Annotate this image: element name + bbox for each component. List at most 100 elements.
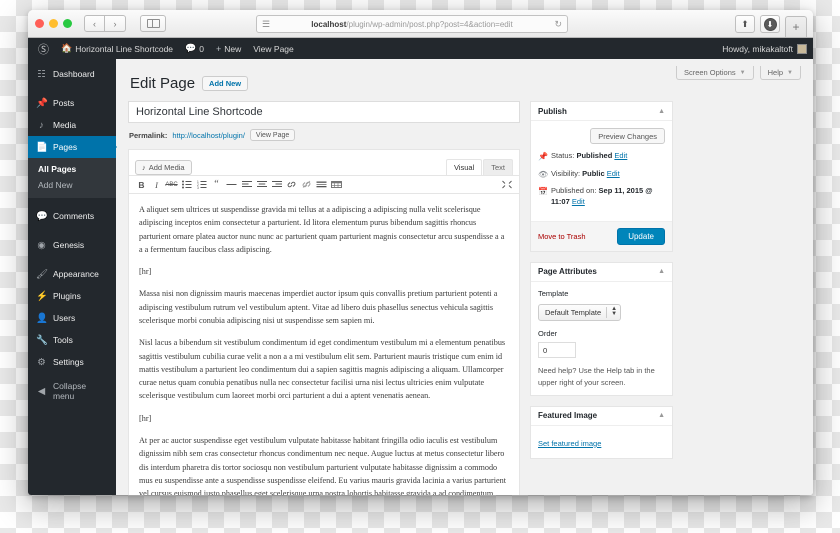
sidebar-item-appearance[interactable]: 🖌 Appearance xyxy=(28,263,116,285)
status-value: Published xyxy=(576,151,613,160)
update-button[interactable]: Update xyxy=(617,227,665,245)
media-icon: ♪ xyxy=(142,163,146,172)
unlink-icon[interactable] xyxy=(299,177,314,192)
ordered-list-icon[interactable]: 123 xyxy=(194,177,209,192)
editor-paragraph: At per ac auctor suspendisse eget vestib… xyxy=(139,435,506,495)
add-new-button[interactable]: Add New xyxy=(202,76,249,91)
comments-menu[interactable]: 💬 0 xyxy=(179,38,210,59)
view-page-button[interactable]: View Page xyxy=(249,129,296,141)
sidebar-item-comments[interactable]: 💬 Comments xyxy=(28,205,116,227)
site-name-label: Horizontal Line Shortcode xyxy=(75,43,174,54)
sidebar-item-pages[interactable]: 📄 Pages xyxy=(28,136,117,158)
featured-image-metabox: Featured Image ▲ Set featured image xyxy=(530,405,673,459)
editor-paragraph: A aliquet sem ultrices ut suspendisse gr… xyxy=(139,205,505,254)
address-bar[interactable]: ☰ localhost/plugin/wp-admin/post.php?pos… xyxy=(256,15,568,33)
help-button[interactable]: Help ▼ xyxy=(759,66,801,80)
new-label: New xyxy=(224,43,242,54)
maximize-window-button[interactable] xyxy=(63,19,72,28)
status-text: Status: Published Edit xyxy=(551,151,627,162)
align-center-icon[interactable] xyxy=(254,177,269,192)
sidebar-item-media[interactable]: ♪ Media xyxy=(28,114,116,136)
sidebar-item-users[interactable]: 👤 Users xyxy=(28,307,116,329)
editor-paragraph: Nisl lacus a bibendum sit vestibulum con… xyxy=(139,338,506,401)
submenu-item-all-pages[interactable]: All Pages xyxy=(28,161,116,177)
align-right-icon[interactable] xyxy=(269,177,284,192)
align-left-icon[interactable] xyxy=(239,177,254,192)
page-title: Edit Page xyxy=(130,75,196,92)
sidebar-item-label: Tools xyxy=(53,335,73,345)
menu-separator xyxy=(28,198,116,205)
order-input[interactable]: 0 xyxy=(538,342,576,359)
add-media-button[interactable]: ♪ Add Media xyxy=(135,160,192,175)
account-menu[interactable]: Howdy, mikakaltoft xyxy=(722,43,813,54)
url-text: localhost/plugin/wp-admin/post.php?post=… xyxy=(270,20,555,29)
tab-visual[interactable]: Visual xyxy=(445,159,483,175)
bold-icon[interactable]: B xyxy=(134,177,149,192)
strikethrough-icon[interactable]: ABC xyxy=(164,177,179,192)
window-controls[interactable] xyxy=(35,19,72,28)
share-button[interactable]: ⬆ xyxy=(735,15,755,33)
read-more-icon[interactable] xyxy=(314,177,329,192)
editor-main-column: Horizontal Line Shortcode Permalink: htt… xyxy=(128,101,520,495)
sidebar-item-label: Posts xyxy=(53,98,75,108)
status-edit-link[interactable]: Edit xyxy=(614,151,627,160)
submenu-item-add-new[interactable]: Add New xyxy=(28,177,116,193)
chevron-up-icon[interactable]: ▲ xyxy=(658,268,665,275)
back-button[interactable]: ‹ xyxy=(84,15,105,32)
sidebar-item-genesis[interactable]: ◉ Genesis xyxy=(28,234,116,256)
sidebar-item-tools[interactable]: 🔧 Tools xyxy=(28,329,116,351)
reader-view-icon[interactable]: ☰ xyxy=(262,19,270,29)
italic-icon[interactable]: I xyxy=(149,177,164,192)
tab-text[interactable]: Text xyxy=(483,159,513,175)
pin-icon: 📌 xyxy=(36,97,48,109)
visibility-edit-link[interactable]: Edit xyxy=(607,169,620,178)
view-page-link[interactable]: View Page xyxy=(247,38,299,59)
sidebar-toggle-button[interactable] xyxy=(140,15,166,32)
post-editor: ♪ Add Media Visual Text B I ABC 1 2 3 “ … xyxy=(128,149,520,495)
set-featured-image-link[interactable]: Set featured image xyxy=(538,439,601,448)
blockquote-icon[interactable]: “ xyxy=(209,177,224,192)
permalink-url[interactable]: http://localhost/plugin/ xyxy=(172,131,245,140)
sidebar-item-label: Appearance xyxy=(53,269,99,279)
new-tab-button[interactable]: + xyxy=(785,16,807,37)
fullscreen-icon[interactable] xyxy=(499,177,514,192)
new-content-menu[interactable]: + New xyxy=(210,38,247,59)
screen-options-label: Screen Options xyxy=(683,68,736,77)
kitchen-sink-icon[interactable] xyxy=(329,177,344,192)
wp-content-area: Screen Options ▼ Help ▼ Edit Page Add Ne… xyxy=(116,59,813,495)
editor-mode-tabs: Visual Text xyxy=(445,159,513,175)
chevron-up-icon[interactable]: ▲ xyxy=(658,108,665,115)
reload-icon[interactable]: ↻ xyxy=(554,19,562,30)
editor-top-bar: ♪ Add Media Visual Text xyxy=(129,150,519,175)
sidebar-item-plugins[interactable]: ⚡ Plugins xyxy=(28,285,116,307)
sidebar-item-posts[interactable]: 📌 Posts xyxy=(28,92,116,114)
chevron-left-icon: ‹ xyxy=(93,18,96,29)
close-window-button[interactable] xyxy=(35,19,44,28)
forward-button[interactable]: › xyxy=(105,15,126,32)
move-to-trash-link[interactable]: Move to Trash xyxy=(538,232,586,241)
editor-content[interactable]: A aliquet sem ultrices ut suspendisse gr… xyxy=(129,194,519,495)
sidebar-item-dashboard[interactable]: ☷ Dashboard xyxy=(28,63,116,85)
downloads-button[interactable]: ⬇ xyxy=(760,15,780,33)
unordered-list-icon[interactable] xyxy=(179,177,194,192)
sidebar-item-settings[interactable]: ⚙ Settings xyxy=(28,351,116,373)
minimize-window-button[interactable] xyxy=(49,19,58,28)
sidebar-item-label: Genesis xyxy=(53,240,85,250)
chevron-up-icon[interactable]: ▲ xyxy=(658,412,665,419)
post-title-input[interactable]: Horizontal Line Shortcode xyxy=(128,101,520,123)
wordpress-logo-icon[interactable]: Ⓢ xyxy=(32,41,55,57)
horizontal-rule-icon[interactable] xyxy=(224,177,239,192)
menu-separator xyxy=(28,373,116,380)
template-select[interactable]: Default Template ▲ ▼ xyxy=(538,303,622,322)
comment-bubble-icon: 💬 xyxy=(185,43,197,53)
preview-changes-button[interactable]: Preview Changes xyxy=(590,128,665,144)
sidebar-item-label: Plugins xyxy=(53,291,81,301)
sidebar-item-collapse-menu[interactable]: ◀ Collapse menu xyxy=(28,380,116,402)
screen-options-button[interactable]: Screen Options ▼ xyxy=(675,66,754,80)
page-attributes-metabox: Page Attributes ▲ Template Default Templ… xyxy=(530,261,673,396)
sidebar-item-label: Media xyxy=(53,120,77,130)
link-icon[interactable] xyxy=(284,177,299,192)
published-edit-link[interactable]: Edit xyxy=(572,197,585,206)
site-name-menu[interactable]: 🏠 Horizontal Line Shortcode xyxy=(55,38,179,59)
page-attributes-help-text: Need help? Use the Help tab in the upper… xyxy=(538,366,655,387)
